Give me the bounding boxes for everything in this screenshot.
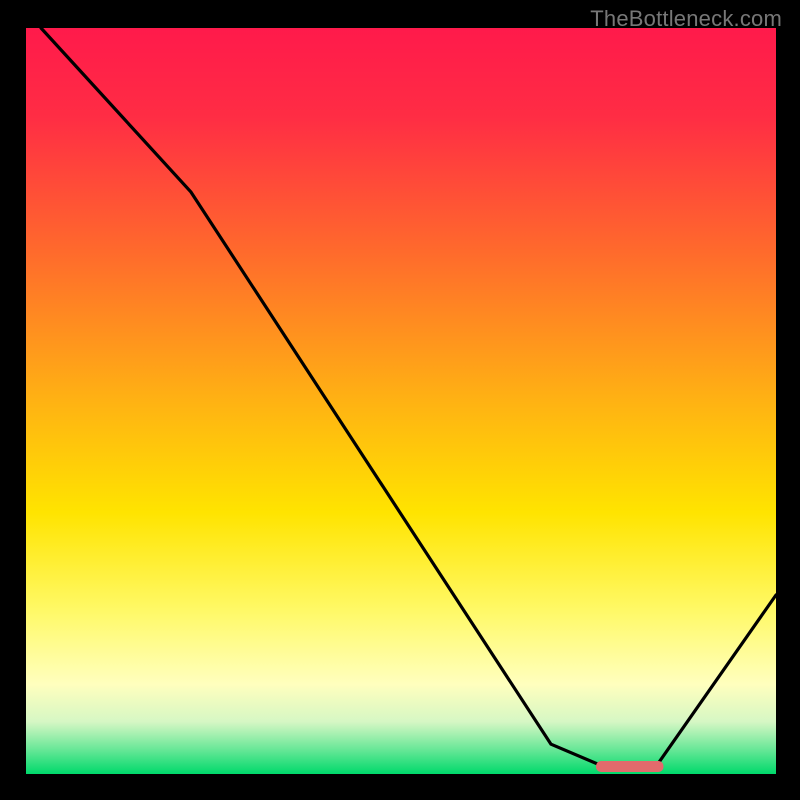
optimal-marker (596, 761, 664, 772)
plot-gradient-background (26, 28, 776, 774)
watermark-label: TheBottleneck.com (590, 6, 782, 32)
bottleneck-chart (0, 0, 800, 800)
chart-frame: TheBottleneck.com (0, 0, 800, 800)
